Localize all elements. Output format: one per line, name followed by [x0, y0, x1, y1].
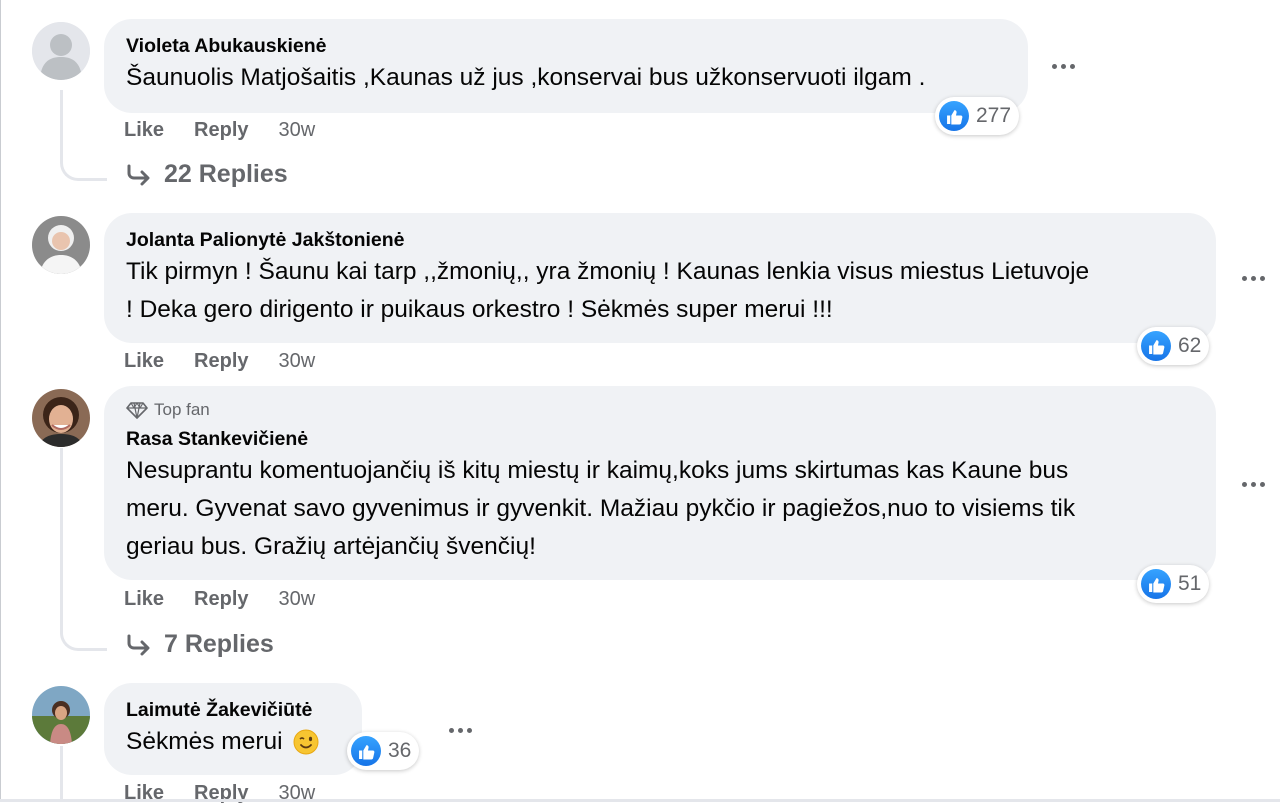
- like-thumb-icon: [1141, 569, 1171, 599]
- comment-actions: Like Reply 30w: [124, 119, 315, 142]
- avatar[interactable]: [32, 686, 90, 744]
- reply-arrow-icon: [126, 634, 152, 656]
- reply-button[interactable]: Reply: [194, 588, 248, 611]
- profile-photo: [32, 389, 90, 447]
- comment-author[interactable]: Violeta Abukauskienė: [126, 33, 1006, 59]
- default-avatar-icon: [32, 22, 90, 80]
- replies-count: 7 Replies: [164, 630, 274, 658]
- comment-actions: Like Reply 30w: [124, 588, 315, 611]
- comment-text: Sėkmės merui: [126, 723, 340, 761]
- comment-author[interactable]: Rasa Stankevičienė: [126, 426, 1194, 452]
- comment-text: Šaunuolis Matjošaitis ,Kaunas už jus ,ko…: [126, 64, 926, 91]
- thread-line: [60, 746, 63, 802]
- top-fan-badge: Top fan: [126, 400, 1194, 420]
- window-left-border: [0, 0, 1, 802]
- more-dots-icon[interactable]: [1233, 469, 1273, 499]
- thread-connector: [60, 90, 107, 181]
- reaction-count[interactable]: 62: [1137, 327, 1210, 365]
- reply-button[interactable]: Reply: [194, 119, 248, 142]
- like-thumb-icon: [351, 736, 381, 766]
- reply-button[interactable]: Reply: [194, 350, 248, 373]
- comment-bubble: Top fan Rasa Stankevičienė Nesuprantu ko…: [104, 386, 1216, 580]
- comment-text-line: Tik pirmyn ! Šaunu kai tarp ,,žmonių,, y…: [126, 258, 1090, 285]
- comment-author[interactable]: Jolanta Palionytė Jakštonienė: [126, 227, 1194, 253]
- more-dots-icon[interactable]: [1043, 51, 1083, 81]
- reply-arrow-icon: [126, 164, 152, 186]
- comment-text-line: Nesuprantu komentuojančių iš kitų miestų…: [126, 457, 1069, 484]
- reaction-number: 62: [1178, 334, 1202, 357]
- like-thumb-icon: [1141, 331, 1171, 361]
- like-button[interactable]: Like: [124, 119, 164, 142]
- comment-actions: Like Reply 30w: [124, 350, 315, 373]
- profile-photo: [32, 686, 90, 744]
- more-dots-icon[interactable]: [1233, 263, 1273, 293]
- wink-emoji: [293, 729, 319, 755]
- thread-line: [60, 448, 63, 628]
- reaction-number: 277: [976, 104, 1012, 127]
- comment-bubble: Violeta Abukauskienė Šaunuolis Matjošait…: [104, 19, 1028, 113]
- comment-bubble: Laimutė Žakevičiūtė Sėkmės merui: [104, 683, 362, 775]
- diamond-icon: [126, 402, 148, 419]
- comment-text-content: Sėkmės merui: [126, 728, 283, 755]
- thread-connector: [60, 620, 107, 651]
- like-button[interactable]: Like: [124, 588, 164, 611]
- comment-text-line: meru. Gyvenat savo gyvenimus ir gyvenkit…: [126, 495, 1076, 522]
- reaction-count[interactable]: 277: [935, 97, 1020, 135]
- reaction-number: 36: [388, 739, 412, 762]
- replies-count: 22 Replies: [164, 160, 288, 188]
- reaction-number: 51: [1178, 572, 1202, 595]
- avatar[interactable]: [32, 22, 90, 80]
- timestamp[interactable]: 30w: [279, 350, 316, 373]
- reaction-count[interactable]: 51: [1137, 565, 1210, 603]
- reaction-count[interactable]: 36: [347, 732, 420, 770]
- profile-photo: [32, 216, 90, 274]
- view-replies-link[interactable]: 22 Replies: [126, 160, 288, 189]
- avatar[interactable]: [32, 216, 90, 274]
- avatar[interactable]: [32, 389, 90, 447]
- top-fan-label: Top fan: [154, 400, 210, 419]
- comment-text-line: geriau bus. Gražių artėjančių švenčių!: [126, 533, 536, 560]
- like-button[interactable]: Like: [124, 350, 164, 373]
- comment-author[interactable]: Laimutė Žakevičiūtė: [126, 697, 340, 723]
- timestamp[interactable]: 30w: [279, 588, 316, 611]
- like-thumb-icon: [939, 101, 969, 131]
- more-dots-icon[interactable]: [440, 715, 480, 745]
- view-replies-link[interactable]: 7 Replies: [126, 630, 274, 659]
- comment-text-line: ! Deka gero dirigento ir puikaus orkestr…: [126, 296, 833, 323]
- timestamp[interactable]: 30w: [279, 119, 316, 142]
- comment-bubble: Jolanta Palionytė Jakštonienė Tik pirmyn…: [104, 213, 1216, 343]
